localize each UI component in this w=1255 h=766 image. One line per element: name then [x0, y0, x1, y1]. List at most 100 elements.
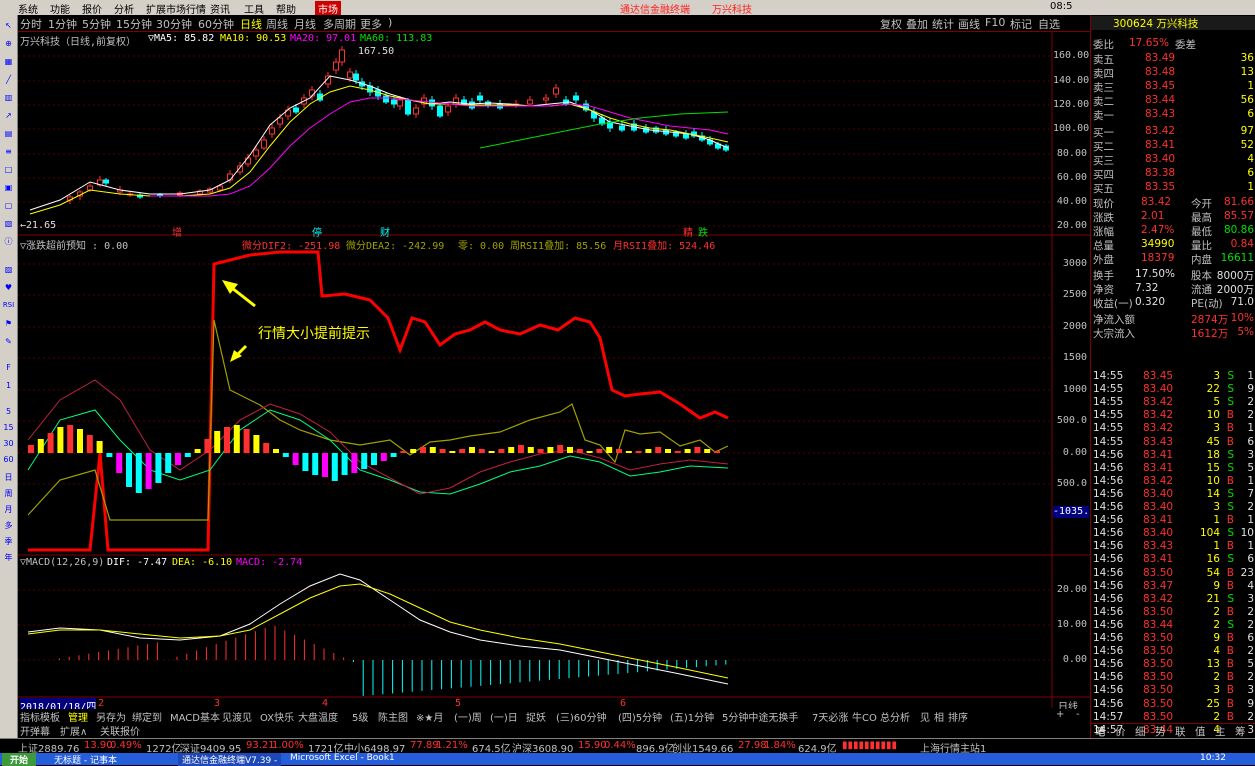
event-marker-1[interactable]: 增 [172, 224, 182, 239]
indicator-bar [165, 453, 172, 473]
index-cy-chg: 27.98 [738, 740, 767, 751]
indicator-tab[interactable]: 绑定到 [132, 709, 162, 724]
indicator-tab[interactable]: 7天必涨 [812, 709, 848, 724]
tick-count: 3 [1247, 448, 1254, 461]
indicator-tab[interactable]: 指标模板 [20, 709, 60, 724]
tab-add-button[interactable]: + [1056, 709, 1064, 720]
tick-count: 2 [1247, 409, 1254, 422]
macd-axis-tick: 20.00 [1056, 584, 1087, 595]
ask-price[interactable]: 83.43 [1145, 108, 1175, 120]
indicator-tab[interactable]: 5级 [352, 709, 368, 724]
ma60-label: MA60: 113.83 [360, 33, 433, 44]
ask-price[interactable]: 83.45 [1145, 80, 1175, 92]
quote-panel-tab[interactable]: 价 [1115, 724, 1126, 739]
tick-volume: 10 [1206, 409, 1220, 422]
tick-time: 14:56 [1093, 671, 1124, 684]
indicator-tab[interactable]: 5分钟中途无换手 [722, 709, 798, 724]
tick-count: 1 [1247, 514, 1254, 527]
expand-button[interactable]: 扩展∧ [60, 723, 87, 738]
bid-price[interactable]: 83.38 [1145, 167, 1175, 179]
quote-panel-tab[interactable]: 主 [1215, 724, 1226, 739]
indicator-tab[interactable]: 牛CO [852, 709, 877, 724]
indicator-tab[interactable]: (一)周 [454, 709, 482, 724]
quote-panel-tab[interactable]: 势 [1155, 724, 1166, 739]
indicator-tab[interactable]: (五)1分钟 [670, 709, 714, 724]
indicator-tab[interactable]: 相 [934, 709, 944, 724]
indicator-bar [478, 449, 485, 453]
indicator-tab[interactable]: ※★月 [416, 709, 443, 724]
bid-price[interactable]: 83.42 [1145, 125, 1175, 137]
tick-volume: 4 [1213, 645, 1220, 658]
indicator-bar [537, 449, 544, 453]
tick-side: S [1227, 370, 1234, 382]
tick-count: 2 [1247, 605, 1254, 618]
indicator-tab[interactable]: 见 [920, 709, 930, 724]
indicator-bar [77, 429, 83, 453]
indicator-tab[interactable]: OX快乐 [260, 709, 294, 724]
ind-axis-tick: 1500 [1062, 352, 1087, 363]
indicator-tab[interactable]: 总分析 [880, 709, 910, 724]
tick-time: 14:55 [1093, 383, 1124, 396]
indicator-bar [184, 453, 191, 457]
stat-label: 换手 [1093, 270, 1114, 282]
tick-price: 83.40 [1143, 527, 1174, 540]
indicator-tab[interactable]: (三)60分钟 [556, 709, 607, 724]
candle-body [347, 71, 353, 79]
start-button[interactable]: 开始 [2, 753, 37, 766]
taskbar-item-excel[interactable]: Microsoft Excel - Book1 [290, 753, 395, 763]
candle-body [87, 185, 93, 191]
tick-price: 83.40 [1143, 383, 1174, 396]
bid-price[interactable]: 83.35 [1145, 181, 1175, 193]
danmaku-button[interactable]: 开弹幕 [20, 723, 50, 738]
quote-panel-tab[interactable]: 值 [1195, 724, 1206, 739]
main-axis-tick: 100.00 [1053, 123, 1090, 134]
indicator-tab[interactable]: 管理 [68, 709, 88, 724]
ask-price[interactable]: 83.44 [1145, 94, 1175, 106]
tab-remove-button[interactable]: - [1076, 709, 1080, 720]
candle-body [527, 99, 533, 105]
indicator-tab[interactable]: (一)日 [490, 709, 518, 724]
stat-label: 总量 [1093, 240, 1114, 252]
indicator-tab[interactable]: 排序 [948, 709, 968, 724]
taskbar-item-notepad[interactable]: 无标题 - 记事本 [54, 753, 117, 766]
stat-value: 0.84 [1230, 238, 1254, 250]
candle-body [293, 107, 299, 113]
indicator-tab[interactable]: 另存为 [96, 709, 126, 724]
ask-price[interactable]: 83.49 [1145, 52, 1175, 64]
indicator-tab[interactable]: 大盘温度 [298, 709, 338, 724]
indicator-tab[interactable]: 捉妖 [526, 709, 546, 724]
quote-panel-tab[interactable]: 笔 [1095, 724, 1106, 739]
indicator-bar [282, 453, 289, 457]
indicator-bar [498, 449, 505, 453]
indicator-tab[interactable]: 见渡见 [222, 709, 252, 724]
indicator-bar [635, 451, 642, 453]
candlestick-series [67, 46, 729, 204]
indicator-bar [204, 439, 211, 453]
bid-level-label: 买三 [1093, 155, 1114, 167]
stat-value: 81.66 [1223, 196, 1254, 208]
indicator-bar [341, 453, 348, 475]
quote-panel-tab[interactable]: 联 [1175, 724, 1186, 739]
tick-time: 14:56 [1093, 540, 1124, 553]
macd-axis-tick: 10.00 [1056, 619, 1087, 630]
quote-panel-tab[interactable]: 筹 [1235, 724, 1246, 739]
indicator-bar [567, 447, 573, 453]
indicator-tab[interactable]: (四)5分钟 [618, 709, 662, 724]
tick-price: 83.41 [1143, 461, 1174, 474]
stat-value: 83.42 [1141, 196, 1172, 208]
indicator-tab[interactable]: 陈主图 [378, 709, 408, 724]
bid-price[interactable]: 83.40 [1145, 153, 1175, 165]
bid-level-label: 买四 [1093, 169, 1114, 181]
main-axis-tick: 80.00 [1056, 148, 1087, 159]
ask-price[interactable]: 83.48 [1145, 66, 1175, 78]
indicator-tab[interactable]: MACD基本 [170, 709, 220, 724]
ind-axis-tick: 1000 [1062, 384, 1087, 395]
stat-label: 外盘 [1093, 254, 1114, 266]
linked-quote-button[interactable]: 关联报价 [100, 723, 140, 738]
indicator-bar [420, 447, 426, 453]
quote-panel-tab[interactable]: 细 [1135, 724, 1146, 739]
main-axis-tick: 20.00 [1056, 220, 1087, 231]
taskbar-item-tdx[interactable]: 通达信金融终端V7.39 - [178, 753, 282, 766]
tick-volume: 14 [1206, 487, 1220, 500]
bid-price[interactable]: 83.41 [1145, 139, 1175, 151]
